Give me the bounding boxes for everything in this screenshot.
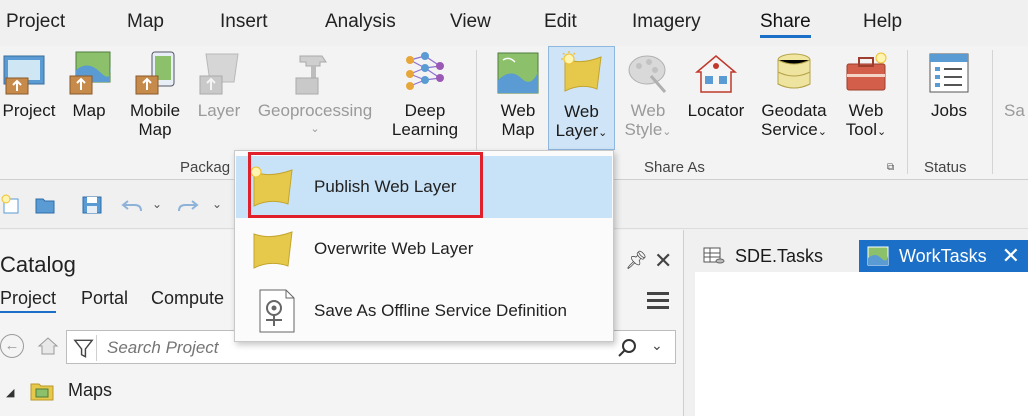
collapse-caret-icon[interactable]: ◢ — [6, 386, 14, 399]
folder-icon — [30, 383, 54, 401]
tab-worktasks[interactable]: WorkTasks ✕ — [859, 240, 1028, 272]
redo-icon[interactable] — [176, 193, 200, 217]
menu-map[interactable]: Map — [127, 11, 164, 33]
project-package-icon — [3, 55, 45, 95]
overwrite-web-layer-icon — [253, 231, 293, 269]
web-tool-icon — [846, 52, 887, 91]
deep-learning-icon — [406, 52, 444, 90]
tab-sde-tasks[interactable]: SDE.Tasks — [695, 240, 855, 272]
geoprocessing-package-button[interactable]: Geoprocessing ⌄ — [250, 46, 380, 150]
geodata-service-button[interactable]: Geodata Service⌄ — [756, 46, 832, 150]
geoprocessing-icon — [295, 55, 327, 95]
menu-item-save-offline-service-definition[interactable]: Save As Offline Service Definition — [236, 280, 612, 342]
group-label-share-as: Share As — [644, 159, 705, 176]
ribbon-separator — [907, 50, 908, 174]
filter-icon[interactable] — [71, 335, 97, 361]
mobile-map-package-icon — [135, 51, 175, 95]
web-layer-icon — [561, 51, 602, 92]
chevron-down-icon: ⌄ — [598, 127, 608, 139]
undo-dropdown-icon[interactable]: ⌄ — [152, 197, 162, 211]
project-package-button[interactable]: Project — [0, 46, 58, 150]
pin-icon[interactable]: 📌︎ — [625, 250, 648, 271]
web-style-button[interactable]: Web Style⌄ — [620, 46, 676, 150]
menu-insert[interactable]: Insert — [220, 11, 268, 33]
document-tabs: SDE.Tasks WorkTasks ✕ — [695, 240, 1028, 272]
web-tool-button[interactable]: Web Tool⌄ — [836, 46, 896, 150]
map-package-button[interactable]: Map — [62, 46, 116, 150]
jobs-button[interactable]: Jobs — [918, 46, 980, 150]
menu-icon[interactable] — [647, 292, 669, 310]
layer-package-icon — [199, 53, 239, 95]
menu-item-overwrite-web-layer[interactable]: Overwrite Web Layer — [236, 218, 612, 280]
catalog-title: Catalog — [0, 252, 76, 277]
new-project-icon[interactable] — [0, 193, 24, 217]
web-map-icon — [497, 52, 539, 94]
locator-button[interactable]: Locator — [680, 46, 752, 150]
deep-learning-package-button[interactable]: Deep Learning — [384, 46, 466, 150]
jobs-icon — [929, 53, 969, 93]
service-definition-icon — [259, 289, 295, 333]
geodata-service-icon — [777, 53, 811, 89]
menu-edit[interactable]: Edit — [544, 11, 577, 33]
search-icon[interactable] — [615, 336, 639, 360]
menu-share[interactable]: Share — [760, 11, 811, 38]
menu-project[interactable]: Project — [6, 11, 65, 33]
locator-icon — [694, 55, 738, 93]
menu-imagery[interactable]: Imagery — [632, 11, 701, 33]
tree-item-maps[interactable]: Maps — [68, 380, 112, 401]
menu-help[interactable]: Help — [863, 11, 902, 33]
tab-project[interactable]: Project — [0, 288, 57, 313]
save-partial-button[interactable]: Sa — [1004, 46, 1028, 150]
mobile-map-package-button[interactable]: Mobile Map — [122, 46, 188, 150]
open-folder-icon[interactable] — [34, 193, 58, 217]
group-label-status: Status — [924, 159, 967, 176]
layer-package-button[interactable]: Layer — [192, 46, 246, 150]
undo-icon[interactable] — [120, 193, 144, 217]
save-icon[interactable] — [80, 193, 104, 217]
dialog-launcher-icon[interactable]: ⧉ — [887, 162, 899, 174]
table-icon — [703, 247, 725, 264]
close-icon[interactable]: ✕ — [1002, 243, 1020, 269]
home-icon[interactable] — [36, 334, 60, 358]
menu-view[interactable]: View — [450, 11, 491, 33]
menu-bar: Project Map Insert Analysis View Edit Im… — [0, 0, 1028, 46]
back-arrow-icon[interactable]: ← — [0, 334, 24, 358]
tab-computer[interactable]: Compute — [151, 288, 224, 309]
chevron-down-icon[interactable]: ⌄ — [651, 337, 663, 354]
close-icon[interactable]: ✕ — [654, 248, 672, 274]
web-layer-button[interactable]: Web Layer⌄ — [548, 46, 615, 150]
redo-dropdown-icon[interactable]: ⌄ — [212, 197, 222, 211]
web-style-icon — [628, 55, 667, 93]
annotation-highlight-box — [248, 152, 483, 218]
tab-portal[interactable]: Portal — [81, 288, 128, 309]
map-package-icon — [69, 51, 111, 95]
group-label-package: Packag — [180, 159, 231, 176]
menu-analysis[interactable]: Analysis — [325, 11, 396, 33]
web-map-button[interactable]: Web Map — [492, 46, 544, 150]
ribbon-separator — [992, 50, 993, 174]
map-icon — [867, 246, 889, 266]
